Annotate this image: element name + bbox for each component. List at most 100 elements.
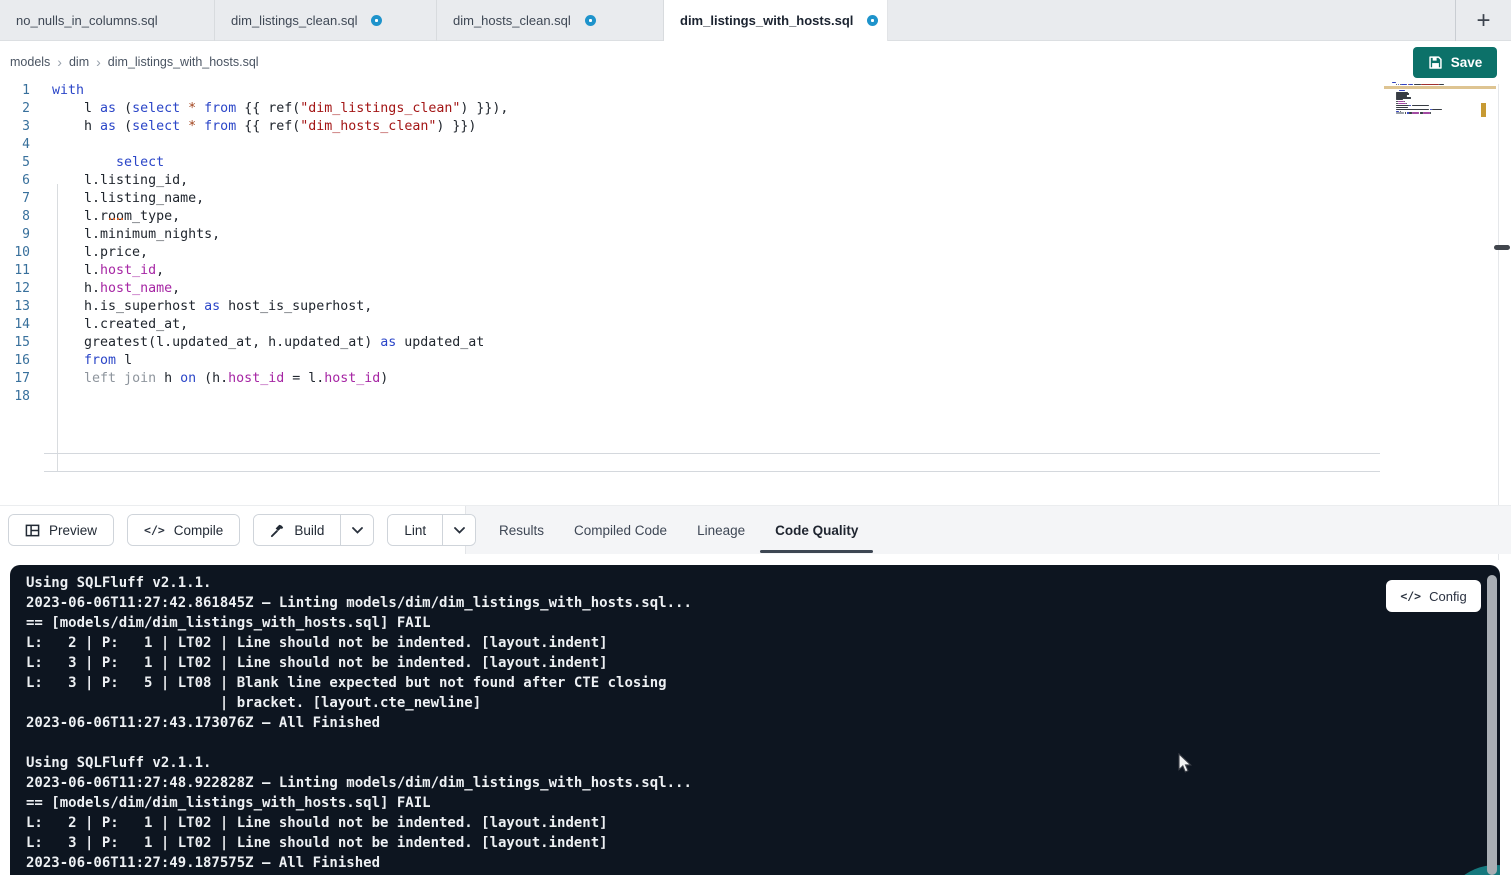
code-line-text: l.listing_name,: [52, 190, 204, 208]
code-line-text: l.host_id,: [52, 262, 164, 280]
unsaved-dot-icon[interactable]: [867, 15, 878, 26]
breadcrumb-item-models[interactable]: models: [10, 55, 50, 69]
minimap-line: [1412, 105, 1429, 106]
line-number: 10: [0, 244, 30, 262]
code-line-text: with: [52, 82, 84, 100]
code-line-text: l as (select * from {{ ref("dim_listings…: [52, 100, 508, 118]
code-line-text: h.host_name,: [52, 280, 180, 298]
code-line-10[interactable]: 10 l.price,: [0, 244, 1380, 262]
preview-button-group: Preview: [8, 514, 114, 546]
terminal-line: 2023-06-06T11:27:49.187575Z – All Finish…: [26, 853, 692, 873]
code-line-text: h.is_superhost as host_is_superhost,: [52, 298, 372, 316]
code-line-18[interactable]: 18: [0, 388, 1380, 406]
code-line-text: left join h on (h.host_id = l.host_id): [52, 370, 388, 388]
code-line-6[interactable]: 6 l.listing_id,: [0, 172, 1380, 190]
code-editor[interactable]: 1with2 l as (select * from {{ ref("dim_l…: [0, 84, 1511, 505]
scrollbar-thumb[interactable]: [1494, 245, 1510, 250]
code-line-16[interactable]: 16 from l: [0, 352, 1380, 370]
compile-button[interactable]: </>Compile: [128, 515, 239, 545]
code-line-15[interactable]: 15 greatest(l.updated_at, h.updated_at) …: [0, 334, 1380, 352]
terminal-line: == [models/dim/dim_listings_with_hosts.s…: [26, 793, 692, 813]
file-tab-no_nulls_in_columns[interactable]: no_nulls_in_columns.sql: [0, 0, 215, 41]
chevron-right-icon: ›: [96, 54, 101, 70]
grid-icon: [25, 523, 40, 538]
code-line-text: l.price,: [52, 244, 148, 262]
action-toolbar: Preview </>Compile Build Lint ResultsCompil…: [0, 505, 1511, 553]
lint-output-terminal[interactable]: Using SQLFluff v2.1.1.2023-06-06T11:27:4…: [10, 565, 1500, 875]
minimap-edit-highlight: [1384, 86, 1496, 89]
breadcrumb-item-dim_listings_with_hosts.sql[interactable]: dim_listings_with_hosts.sql: [108, 55, 259, 69]
floppy-disk-icon: [1428, 55, 1443, 70]
tab-compiled-code[interactable]: Compiled Code: [559, 506, 682, 554]
file-tab-dim_listings_clean[interactable]: dim_listings_clean.sql: [215, 0, 437, 41]
plus-icon[interactable]: +: [1476, 9, 1490, 33]
code-line-13[interactable]: 13 h.is_superhost as host_is_superhost,: [0, 298, 1380, 316]
lint-button-label: Lint: [404, 523, 426, 538]
line-number: 8: [0, 208, 30, 226]
code-line-2[interactable]: 2 l as (select * from {{ ref("dim_listin…: [0, 100, 1380, 118]
file-tab-bar: no_nulls_in_columns.sql dim_listings_clea…: [0, 0, 1511, 41]
code-line-7[interactable]: 7 l.listing_name,: [0, 190, 1380, 208]
minimap-line: [1432, 109, 1441, 110]
code-line-text: l.listing_id,: [52, 172, 188, 190]
unsaved-dot-icon[interactable]: [371, 15, 382, 26]
save-button-label: Save: [1451, 55, 1483, 70]
chevron-down-icon: [454, 527, 465, 534]
code-line-text: greatest(l.updated_at, h.updated_at) as …: [52, 334, 484, 352]
tab-lineage[interactable]: Lineage: [682, 506, 760, 554]
line-number: 11: [0, 262, 30, 280]
line-number: 7: [0, 190, 30, 208]
minimap-line: [1396, 109, 1429, 110]
line-number: 17: [0, 370, 30, 388]
lint-button[interactable]: Lint: [388, 515, 442, 545]
file-tab-label: dim_hosts_clean.sql: [453, 13, 571, 28]
minimap-line: [1392, 82, 1396, 83]
code-line-9[interactable]: 9 l.minimum_nights,: [0, 226, 1380, 244]
code-line-11[interactable]: 11 l.host_id,: [0, 262, 1380, 280]
chevron-down-icon: [352, 527, 363, 534]
code-line-3[interactable]: 3 h as (select * from {{ ref("dim_hosts_…: [0, 118, 1380, 136]
file-tab-dim_listings_with_hosts[interactable]: dim_listings_with_hosts.sql: [664, 0, 888, 41]
overview-ruler-warning-marker: [1481, 103, 1486, 117]
terminal-line: L: 2 | P: 1 | LT02 | Line should not be …: [26, 633, 692, 653]
code-line-8[interactable]: 8 l.room_type,: [0, 208, 1380, 226]
minimap-line: [1396, 107, 1408, 108]
minimap-line: [1430, 112, 1431, 113]
tab-results[interactable]: Results: [484, 506, 559, 554]
terminal-line: L: 3 | P: 1 | LT02 | Line should not be …: [26, 833, 692, 853]
compile-button-group: </>Compile: [127, 514, 240, 546]
line-number: 4: [0, 136, 30, 154]
new-tab-zone: +: [1455, 0, 1511, 41]
config-button[interactable]: </> Config: [1386, 580, 1481, 612]
lint-dropdown-button[interactable]: [442, 515, 475, 545]
tab-code-quality[interactable]: Code Quality: [760, 506, 873, 554]
build-button[interactable]: Build: [254, 515, 340, 545]
active-line-highlight: [44, 453, 1380, 472]
terminal-scrollbar-thumb[interactable]: [1487, 575, 1497, 875]
preview-button-label: Preview: [49, 523, 97, 538]
breadcrumb-item-dim[interactable]: dim: [69, 55, 89, 69]
code-icon: </>: [1400, 589, 1421, 603]
code-line-14[interactable]: 14 l.created_at,: [0, 316, 1380, 334]
file-tab-dim_hosts_clean[interactable]: dim_hosts_clean.sql: [437, 0, 664, 41]
unsaved-dot-icon[interactable]: [585, 15, 596, 26]
line-number: 6: [0, 172, 30, 190]
code-line-17[interactable]: 17 left join h on (h.host_id = l.host_id…: [0, 370, 1380, 388]
minimap[interactable]: [1392, 82, 1472, 202]
lint-squiggle: [109, 215, 123, 220]
preview-button[interactable]: Preview: [9, 515, 113, 545]
config-button-label: Config: [1429, 589, 1467, 604]
code-line-5[interactable]: 5 select: [0, 154, 1380, 172]
code-line-4[interactable]: 4: [0, 136, 1380, 154]
line-number: 5: [0, 154, 30, 172]
code-line-12[interactable]: 12 h.host_name,: [0, 280, 1380, 298]
save-button[interactable]: Save: [1413, 47, 1497, 78]
file-tab-label: dim_listings_clean.sql: [231, 13, 357, 28]
code-line-1[interactable]: 1with: [0, 82, 1380, 100]
minimap-line: [1399, 90, 1405, 91]
minimap-line: [1409, 105, 1411, 106]
minimap-line: [1396, 105, 1409, 106]
terminal-line: 2023-06-06T11:27:48.922828Z – Linting mo…: [26, 773, 692, 793]
code-line-text: l.minimum_nights,: [52, 226, 220, 244]
build-dropdown-button[interactable]: [340, 515, 373, 545]
